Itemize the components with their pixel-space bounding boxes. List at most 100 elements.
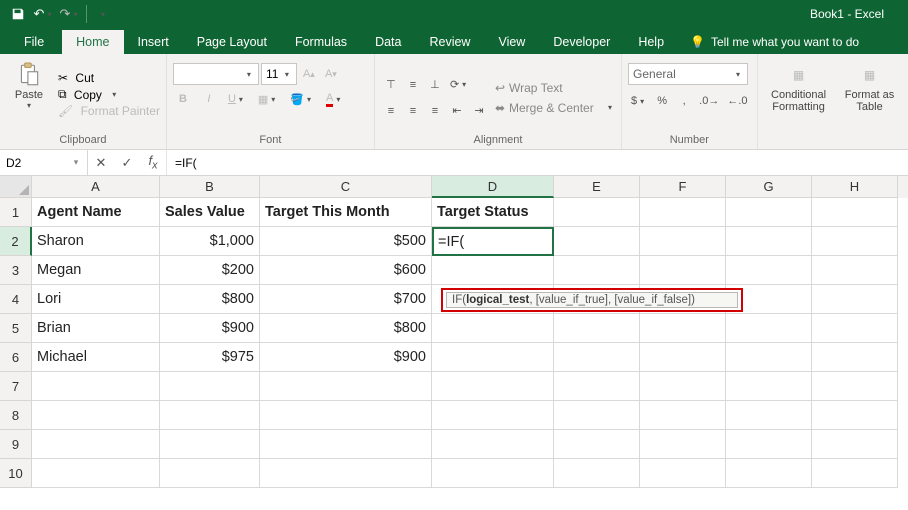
tab-data[interactable]: Data bbox=[361, 30, 415, 54]
tooltip-current-arg[interactable]: logical_test bbox=[466, 294, 529, 306]
cell[interactable] bbox=[812, 430, 898, 459]
orientation-icon[interactable]: ⟳▾ bbox=[447, 75, 472, 95]
row-header-5[interactable]: 5 bbox=[0, 314, 32, 343]
cell[interactable] bbox=[260, 430, 432, 459]
row-header-9[interactable]: 9 bbox=[0, 430, 32, 459]
cell[interactable] bbox=[554, 343, 640, 372]
row-header-10[interactable]: 10 bbox=[0, 459, 32, 488]
cell[interactable] bbox=[640, 459, 726, 488]
cell[interactable] bbox=[554, 227, 640, 256]
row-header-4[interactable]: 4 bbox=[0, 285, 32, 314]
percent-format-icon[interactable]: % bbox=[652, 91, 672, 111]
cell[interactable] bbox=[32, 372, 160, 401]
tab-help[interactable]: Help bbox=[624, 30, 678, 54]
italic-button[interactable]: I bbox=[199, 89, 219, 109]
align-center-icon[interactable]: ≡ bbox=[403, 101, 423, 121]
cell[interactable]: Target Status bbox=[432, 198, 554, 227]
col-header-G[interactable]: G bbox=[726, 176, 812, 198]
tab-review[interactable]: Review bbox=[415, 30, 484, 54]
cell[interactable]: $600 bbox=[260, 256, 432, 285]
cell[interactable] bbox=[726, 314, 812, 343]
cell[interactable]: Sharon bbox=[32, 227, 160, 256]
cell[interactable] bbox=[160, 372, 260, 401]
cell[interactable] bbox=[726, 227, 812, 256]
cell[interactable] bbox=[640, 256, 726, 285]
cell[interactable]: $1,000 bbox=[160, 227, 260, 256]
undo-icon[interactable]: ↶▾ bbox=[32, 3, 56, 25]
tab-insert[interactable]: Insert bbox=[124, 30, 183, 54]
cell[interactable] bbox=[640, 430, 726, 459]
select-all-corner[interactable] bbox=[0, 176, 32, 198]
cell[interactable] bbox=[726, 430, 812, 459]
cell[interactable]: Lori bbox=[32, 285, 160, 314]
format-painter-button[interactable]: 🖌 Format Painter bbox=[58, 104, 160, 118]
cell[interactable] bbox=[640, 314, 726, 343]
decrease-indent-icon[interactable]: ⇤ bbox=[447, 101, 467, 121]
font-name-combo[interactable]: ▾ bbox=[173, 63, 259, 85]
underline-button[interactable]: U▾ bbox=[225, 89, 249, 109]
insert-function-icon[interactable]: fx bbox=[140, 153, 166, 172]
cell[interactable] bbox=[812, 285, 898, 314]
cell[interactable] bbox=[32, 401, 160, 430]
col-header-D[interactable]: D bbox=[432, 176, 554, 198]
enter-formula-icon[interactable]: ✓ bbox=[114, 155, 140, 171]
cell[interactable] bbox=[554, 256, 640, 285]
cell[interactable] bbox=[640, 372, 726, 401]
cell[interactable]: $900 bbox=[160, 314, 260, 343]
cell[interactable] bbox=[726, 256, 812, 285]
cell[interactable]: $800 bbox=[260, 314, 432, 343]
borders-icon[interactable]: ▦▾ bbox=[255, 89, 281, 109]
copy-button[interactable]: ⧉ Copy ▾ bbox=[58, 87, 160, 102]
conditional-formatting-button[interactable]: ▦ Conditional Formatting bbox=[764, 57, 834, 132]
tab-formulas[interactable]: Formulas bbox=[281, 30, 361, 54]
col-header-F[interactable]: F bbox=[640, 176, 726, 198]
cell-active[interactable]: =IF( bbox=[432, 227, 554, 256]
cell[interactable] bbox=[160, 401, 260, 430]
cell[interactable]: $800 bbox=[160, 285, 260, 314]
align-middle-icon[interactable]: ≡ bbox=[403, 75, 423, 95]
comma-format-icon[interactable]: , bbox=[674, 91, 694, 111]
tab-view[interactable]: View bbox=[484, 30, 539, 54]
cell[interactable] bbox=[554, 314, 640, 343]
cell[interactable] bbox=[554, 198, 640, 227]
row-header-6[interactable]: 6 bbox=[0, 343, 32, 372]
decrease-font-icon[interactable]: A▾ bbox=[321, 64, 341, 84]
cell[interactable] bbox=[726, 372, 812, 401]
wrap-text-button[interactable]: ↩Wrap Text bbox=[495, 81, 615, 95]
cell[interactable] bbox=[726, 459, 812, 488]
cell[interactable]: Megan bbox=[32, 256, 160, 285]
paste-button[interactable]: Paste ▾ bbox=[6, 57, 52, 132]
merge-center-button[interactable]: ⬌Merge & Center ▾ bbox=[495, 101, 615, 115]
row-header-8[interactable]: 8 bbox=[0, 401, 32, 430]
bold-button[interactable]: B bbox=[173, 89, 193, 109]
cell[interactable] bbox=[260, 459, 432, 488]
cell[interactable] bbox=[32, 430, 160, 459]
cell[interactable] bbox=[554, 430, 640, 459]
cell[interactable] bbox=[554, 372, 640, 401]
cell[interactable] bbox=[260, 372, 432, 401]
cancel-formula-icon[interactable]: ✕ bbox=[88, 155, 114, 171]
cell[interactable]: $700 bbox=[260, 285, 432, 314]
font-size-combo[interactable]: 11▾ bbox=[261, 63, 297, 85]
cell[interactable]: Sales Value bbox=[160, 198, 260, 227]
row-header-1[interactable]: 1 bbox=[0, 198, 32, 227]
format-as-table-button[interactable]: ▦ Format as Table bbox=[840, 57, 900, 132]
cell[interactable] bbox=[160, 430, 260, 459]
align-left-icon[interactable]: ≡ bbox=[381, 101, 401, 121]
cell[interactable] bbox=[812, 401, 898, 430]
cut-button[interactable]: ✂ Cut bbox=[58, 71, 160, 85]
cell[interactable]: $900 bbox=[260, 343, 432, 372]
row-header-3[interactable]: 3 bbox=[0, 256, 32, 285]
decrease-decimal-icon[interactable]: ←.0 bbox=[724, 91, 750, 111]
cell[interactable] bbox=[432, 314, 554, 343]
qat-customize-icon[interactable]: ▾ bbox=[91, 3, 115, 25]
name-box[interactable]: D2▾ bbox=[0, 150, 88, 175]
cell[interactable] bbox=[432, 430, 554, 459]
cell[interactable] bbox=[432, 256, 554, 285]
cell[interactable] bbox=[260, 401, 432, 430]
col-header-A[interactable]: A bbox=[32, 176, 160, 198]
cell[interactable]: Michael bbox=[32, 343, 160, 372]
cell[interactable] bbox=[432, 459, 554, 488]
cell[interactable] bbox=[32, 459, 160, 488]
increase-decimal-icon[interactable]: .0→ bbox=[696, 91, 722, 111]
